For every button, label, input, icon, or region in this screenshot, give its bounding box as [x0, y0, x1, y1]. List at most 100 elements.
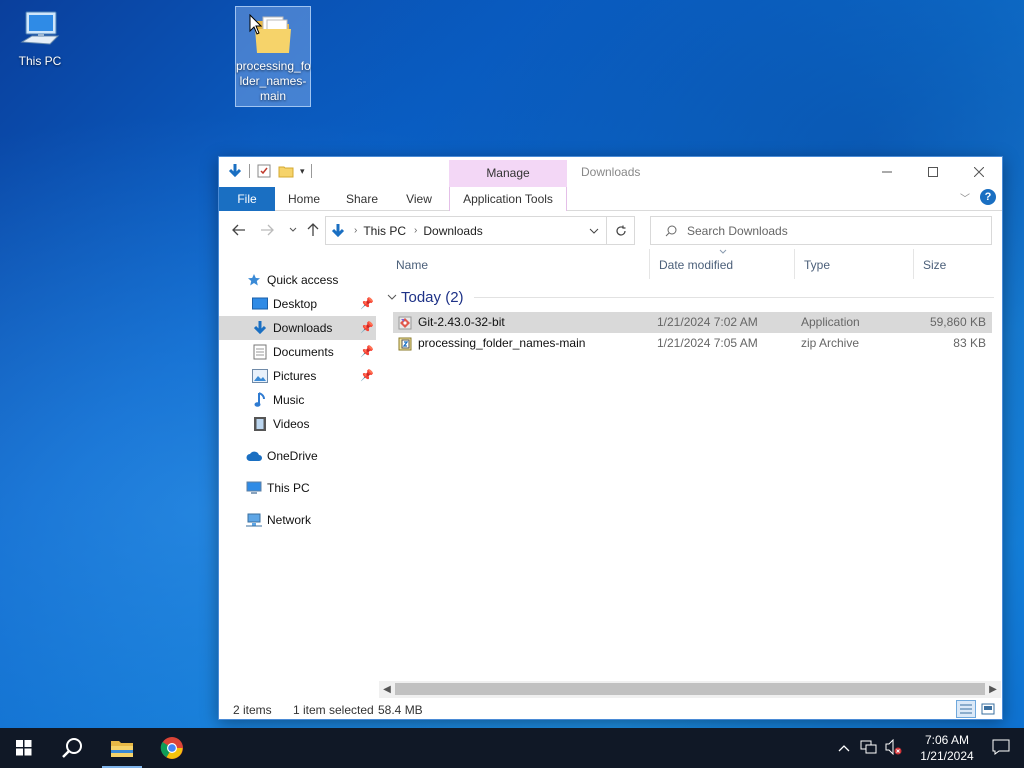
close-button[interactable] — [956, 157, 1002, 186]
column-header-size[interactable]: Size — [913, 249, 997, 279]
column-header-type[interactable]: Type — [794, 249, 914, 279]
maximize-button[interactable] — [910, 157, 956, 186]
help-icon[interactable]: ? — [980, 189, 996, 205]
breadcrumb-separator: › — [354, 225, 358, 236]
search-button[interactable] — [48, 728, 96, 768]
chrome-icon — [160, 737, 183, 759]
clock[interactable]: 7:06 AM 1/21/2024 — [912, 732, 982, 764]
large-icons-view-button[interactable] — [978, 700, 998, 718]
desktop-icon-processing-folder[interactable]: processing_fo lder_names- main — [235, 6, 311, 107]
sidebar-item-desktop[interactable]: Desktop 📌 — [219, 292, 376, 316]
folder-icon — [111, 741, 133, 757]
column-header-name[interactable]: Name — [387, 249, 649, 279]
pin-icon[interactable]: 📌 — [360, 297, 374, 310]
status-selection: 1 item selected — [293, 703, 374, 717]
close-icon — [974, 166, 984, 177]
sidebar-item-label: Downloads — [273, 321, 333, 335]
ribbon-right-controls: ﹀ ? — [960, 189, 996, 205]
up-button[interactable] — [303, 220, 323, 240]
file-date: 1/21/2024 7:05 AM — [657, 336, 758, 350]
large-icons-view-icon — [981, 703, 995, 715]
pin-icon[interactable]: 📌 — [360, 345, 374, 358]
system-tray: 7:06 AM 1/21/2024 — [838, 728, 1024, 768]
scrollbar-thumb[interactable] — [395, 683, 985, 695]
details-view-button[interactable] — [956, 700, 976, 718]
sidebar-item-music[interactable]: Music — [219, 388, 376, 412]
tab-file[interactable]: File — [219, 187, 275, 211]
recent-locations-button[interactable] — [283, 220, 303, 240]
window-title: Downloads — [581, 165, 641, 179]
pin-icon[interactable]: 📌 — [360, 369, 374, 382]
minimize-button[interactable] — [864, 157, 910, 186]
sort-indicator-icon — [719, 249, 727, 254]
network-icon[interactable] — [860, 739, 878, 758]
video-icon — [251, 415, 269, 433]
breadcrumb-separator: › — [414, 225, 418, 236]
file-size: 83 KB — [953, 336, 986, 350]
sidebar-item-pictures[interactable]: Pictures 📌 — [219, 364, 376, 388]
sidebar-item-network[interactable]: Network — [219, 508, 376, 532]
scroll-right-icon[interactable]: ▶ — [985, 681, 1001, 698]
tab-manage[interactable]: Manage — [449, 160, 567, 187]
forward-arrow-icon — [261, 224, 274, 236]
file-size: 59,860 KB — [929, 315, 986, 329]
breadcrumb-downloads[interactable]: Downloads — [423, 224, 482, 238]
pin-icon[interactable]: 📌 — [360, 321, 374, 334]
sidebar-item-this-pc[interactable]: This PC — [219, 476, 376, 500]
maximize-icon — [928, 166, 938, 177]
file-name-cell: processing_folder_names-main — [397, 333, 585, 354]
sidebar-item-quick-access[interactable]: Quick access — [219, 268, 376, 292]
horizontal-scrollbar[interactable]: ◀ ▶ — [379, 681, 1001, 698]
search-icon — [62, 738, 82, 758]
file-row-zip-archive[interactable]: processing_folder_names-main 1/21/2024 7… — [393, 333, 992, 354]
sidebar-item-downloads[interactable]: Downloads 📌 — [219, 316, 376, 340]
file-name: processing_folder_names-main — [418, 336, 586, 350]
sidebar-item-label: This PC — [267, 481, 310, 495]
sidebar-item-documents[interactable]: Documents 📌 — [219, 340, 376, 364]
group-title: Today (2) — [401, 288, 464, 306]
status-selection-size: 58.4 MB — [378, 703, 423, 717]
desktop-icon-this-pc[interactable]: This PC — [2, 8, 78, 69]
divider — [473, 296, 994, 298]
clock-date: 1/21/2024 — [920, 749, 974, 763]
refresh-button[interactable] — [606, 217, 634, 244]
tab-share[interactable]: Share — [335, 187, 389, 211]
git-installer-icon — [398, 316, 412, 329]
sidebar-item-videos[interactable]: Videos — [219, 412, 376, 436]
tab-home[interactable]: Home — [277, 187, 331, 211]
download-arrow-icon[interactable] — [227, 163, 243, 179]
properties-icon[interactable] — [256, 163, 272, 179]
back-button[interactable] — [229, 220, 249, 240]
quick-access-toolbar: ▾ — [227, 163, 312, 179]
group-header-today[interactable]: Today (2) — [387, 285, 994, 309]
forward-button[interactable] — [257, 220, 277, 240]
details-view-icon — [960, 704, 972, 714]
computer-icon — [245, 479, 263, 497]
scroll-left-icon[interactable]: ◀ — [379, 681, 395, 698]
expand-ribbon-icon[interactable]: ﹀ — [960, 190, 970, 205]
start-button[interactable] — [0, 728, 48, 768]
address-bar[interactable]: › This PC › Downloads — [325, 216, 635, 245]
file-row-git-installer[interactable]: Git-2.43.0-32-bit 1/21/2024 7:02 AM Appl… — [393, 312, 992, 333]
action-center-icon[interactable] — [992, 739, 1010, 758]
breadcrumb-this-pc[interactable]: This PC — [363, 224, 406, 238]
volume-muted-icon[interactable] — [884, 738, 902, 758]
show-hidden-icons-icon[interactable] — [838, 741, 850, 755]
tab-view[interactable]: View — [393, 187, 445, 211]
window-controls — [864, 157, 1002, 186]
sidebar-item-onedrive[interactable]: OneDrive — [219, 444, 376, 468]
qat-dropdown-icon[interactable]: ▾ — [300, 166, 305, 177]
sidebar-item-label: OneDrive — [267, 449, 318, 463]
column-headers: Name Date modified Type Size — [387, 249, 997, 279]
status-item-count: 2 items — [233, 703, 272, 717]
sidebar-item-label: Desktop — [273, 297, 318, 311]
computer-icon — [20, 11, 60, 45]
chevron-down-icon — [589, 228, 599, 234]
tab-application-tools[interactable]: Application Tools — [449, 187, 567, 211]
taskbar-chrome[interactable] — [148, 728, 196, 768]
file-date: 1/21/2024 7:02 AM — [657, 315, 758, 329]
search-input[interactable]: Search Downloads — [650, 216, 992, 245]
new-folder-icon[interactable] — [278, 163, 294, 179]
address-dropdown-button[interactable] — [582, 217, 606, 244]
taskbar-file-explorer[interactable] — [98, 728, 146, 768]
